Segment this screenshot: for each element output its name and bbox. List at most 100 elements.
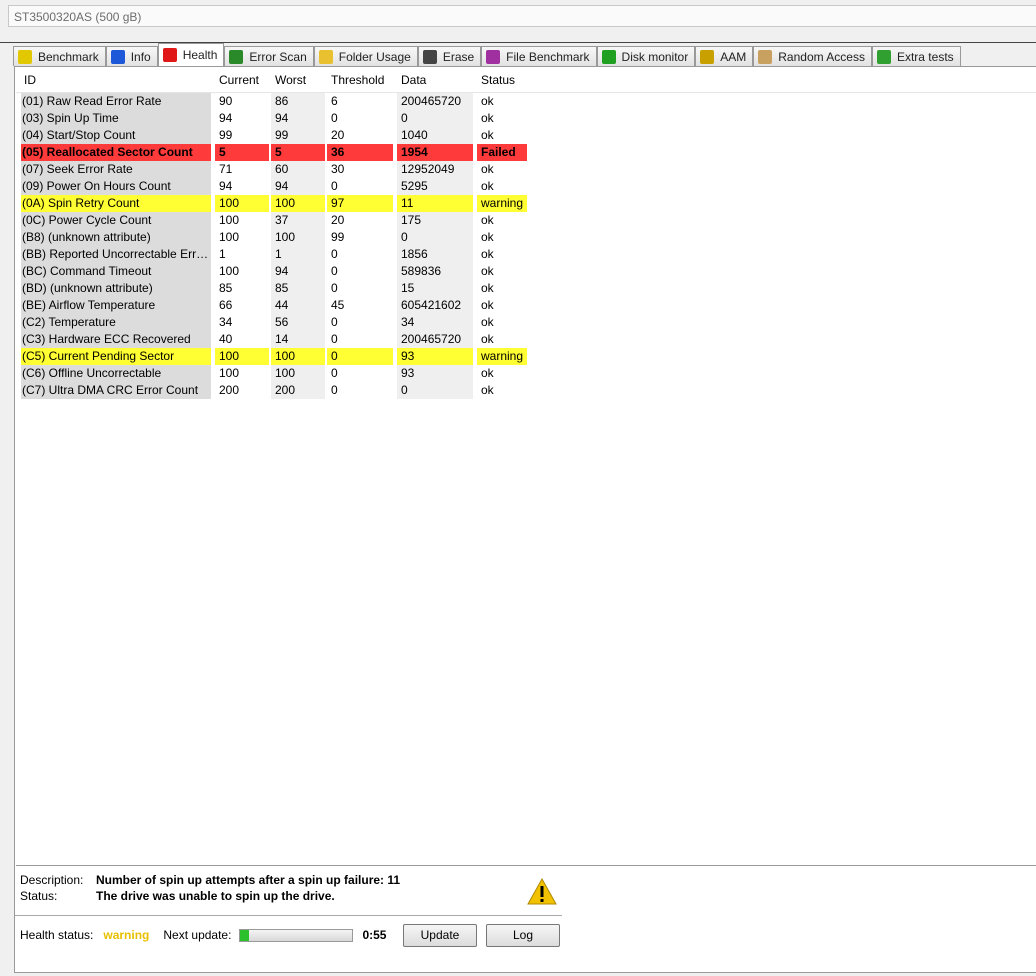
table-row[interactable]: (04) Start/Stop Count 99 99 20 1040 ok [16,127,1036,144]
next-update-label: Next update: [163,928,232,942]
cell-current: 100 [215,348,269,365]
cell-threshold: 20 [331,213,345,227]
magnifier-icon [229,49,244,64]
cell-current: 5 [215,144,269,161]
cell-data: 0 [397,110,473,127]
tab-strip: Benchmark Info Health Error Scan Folder Usag… [13,43,961,66]
cell-id: (03) Spin Up Time [21,110,211,127]
health-status-label: Health status: [20,928,94,942]
tab-extra-tests[interactable]: Extra tests [871,46,961,66]
update-button[interactable]: Update [403,924,477,947]
status-label: Status: [20,889,58,903]
column-header-worst[interactable]: Worst [271,68,325,92]
tab-info[interactable]: Info [105,46,158,66]
tab-label: Health [182,48,218,62]
tab-error-scan[interactable]: Error Scan [224,46,314,66]
tab-folder-usage[interactable]: Folder Usage [313,46,418,66]
column-header-threshold[interactable]: Threshold [327,68,393,92]
cell-worst: 200 [271,382,325,399]
cell-id: (04) Start/Stop Count [21,127,211,144]
tab-disk-monitor[interactable]: Disk monitor [596,46,696,66]
cell-id: (C3) Hardware ECC Recovered [21,331,211,348]
table-row[interactable]: (0A) Spin Retry Count 100 100 97 11 warning [16,195,1036,212]
next-update-progress [239,928,354,942]
cell-id: (BD) (unknown attribute) [21,280,211,297]
cell-id: (05) Reallocated Sector Count [21,144,211,161]
description-value: Number of spin up attempts after a spin … [96,873,401,887]
cell-status: ok [481,264,494,278]
table-row[interactable]: (C2) Temperature 34 56 0 34 ok [16,314,1036,331]
cell-worst: 85 [271,280,325,297]
cell-worst: 94 [271,263,325,280]
cell-data: 175 [397,212,473,229]
table-row[interactable]: (C5) Current Pending Sector 100 100 0 93 warn… [16,348,1036,365]
table-row[interactable]: (C7) Ultra DMA CRC Error Count 200 200 0 0 ok [16,382,1036,399]
cell-id: (BE) Airflow Temperature [21,297,211,314]
tab-health[interactable]: Health [157,43,225,66]
table-row[interactable]: (BD) (unknown attribute) 85 85 0 15 ok [16,280,1036,297]
cell-status: ok [481,179,494,193]
tab-aam[interactable]: AAM [695,46,754,66]
table-row[interactable]: (C3) Hardware ECC Recovered 40 14 0 20046572… [16,331,1036,348]
column-header-status[interactable]: Status [477,68,527,92]
file-icon [486,49,501,64]
cell-current: 94 [219,111,233,125]
table-row[interactable]: (03) Spin Up Time 94 94 0 0 ok [16,110,1036,127]
cell-data: 34 [397,314,473,331]
cell-current: 94 [219,179,233,193]
column-header-current[interactable]: Current [215,68,269,92]
tab-file-benchmark[interactable]: File Benchmark [481,46,597,66]
cell-status: ok [481,383,494,397]
table-row[interactable]: (09) Power On Hours Count 94 94 0 5295 ok [16,178,1036,195]
cell-current: 71 [219,162,233,176]
cell-current: 99 [219,128,233,142]
log-button[interactable]: Log [486,924,560,947]
cell-threshold: 0 [331,383,338,397]
cell-status: Failed [477,144,527,161]
info-icon [110,49,125,64]
cell-threshold: 0 [327,348,393,365]
cell-threshold: 0 [331,264,338,278]
cell-status: ok [481,247,494,261]
cell-data: 1856 [397,246,473,263]
table-row[interactable]: (B8) (unknown attribute) 100 100 99 0 ok [16,229,1036,246]
table-row[interactable]: (BC) Command Timeout 100 94 0 589836 ok [16,263,1036,280]
cell-current: 100 [219,213,240,227]
column-header-data[interactable]: Data [397,68,473,92]
next-update-time: 0:55 [362,928,387,942]
cell-id: (BC) Command Timeout [21,263,211,280]
table-row[interactable]: (0C) Power Cycle Count 100 37 20 175 ok [16,212,1036,229]
table-row[interactable]: (BB) Reported Uncorrectable Errors 1 1 0 185… [16,246,1036,263]
cell-current: 66 [219,298,233,312]
cell-threshold: 97 [327,195,393,212]
cell-worst: 60 [271,161,325,178]
tab-random-access[interactable]: Random Access [753,46,872,66]
table-row[interactable]: (07) Seek Error Rate 71 60 30 12952049 ok [16,161,1036,178]
extra-tests-icon [876,49,891,64]
cell-worst: 100 [271,365,325,382]
table-row[interactable]: (BE) Airflow Temperature 66 44 45 605421602 o… [16,297,1036,314]
cell-status: ok [481,213,494,227]
table-row[interactable]: (C6) Offline Uncorrectable 100 100 0 93 ok [16,365,1036,382]
warning-icon [527,877,557,905]
cell-worst: 86 [271,93,325,110]
tab-erase[interactable]: Erase [417,46,482,66]
cell-worst: 94 [271,110,325,127]
cell-worst: 5 [271,144,325,161]
cell-data: 200465720 [397,93,473,110]
cell-worst: 44 [271,297,325,314]
description-area: Description: Number of spin up attempts a… [20,872,400,904]
cell-current: 90 [219,94,233,108]
tab-label: Erase [442,49,475,64]
cell-current: 1 [219,247,226,261]
tab-benchmark[interactable]: Benchmark [13,46,106,66]
table-row[interactable]: (01) Raw Read Error Rate 90 86 6 200465720 ok [16,93,1036,110]
divider [0,42,1036,43]
table-row[interactable]: (05) Reallocated Sector Count 5 5 36 1954 Fai… [16,144,1036,161]
cell-status: warning [477,195,527,212]
cell-threshold: 36 [327,144,393,161]
cell-worst: 94 [271,178,325,195]
cell-worst: 100 [271,348,325,365]
column-header-id[interactable]: ID [21,68,211,92]
drive-selector[interactable]: ST3500320AS (500 gB) [8,5,1036,27]
